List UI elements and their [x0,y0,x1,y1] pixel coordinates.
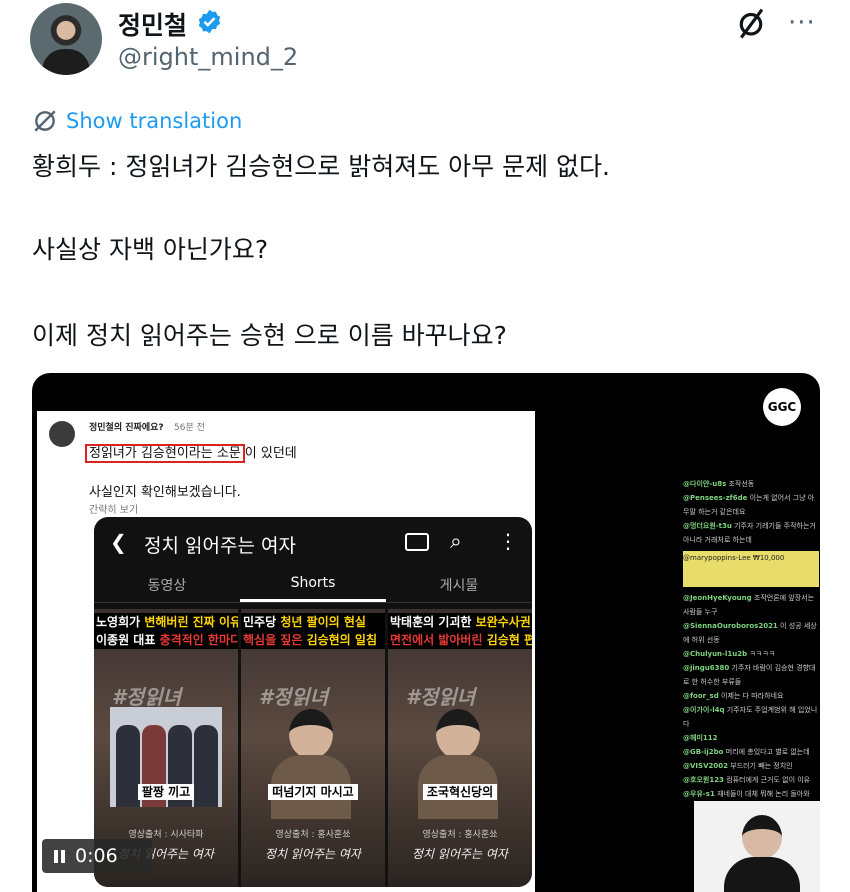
video-time: 0:06 [75,845,118,867]
author-name[interactable]: 정민철 [118,6,187,42]
tweet-text-line-2: 사실상 자백 아닌가요? [32,235,269,264]
tweet-video[interactable]: 정민철의 진짜에요? 56분 전 정읽녀가 김승현이라는 소문 이 있던데 사실인… [32,373,820,892]
chat-message: @Pensees-zf6de 이는게 없어서 그냥 아무말 하는거 같은데요 [683,494,815,516]
short-title: 박태훈의 기괴한 보완수사권 선동면전에서 밟아버린 김승현 편집장 [388,613,532,649]
chat-message: @헤미112 [683,734,718,742]
post-text-line-2: 사실인지 확인해보겠습니다. [89,485,241,500]
short-person [271,709,351,819]
chat-message: @다이얀-u8s 조작선동 [683,480,755,488]
screenshot-post: 정민철의 진짜에요? 56분 전 정읽녀가 김승현이라는 소문 이 있던데 사실인… [37,411,535,892]
chat-message: @이가이-l4q 기주자도 주업계범위 해 입었니다 [683,706,818,728]
translate-icon [34,110,56,132]
chat-message: @멍더요원-t3u 기주자 기레기들 주작하는거 아니라 거래처로 하는데 [683,522,816,544]
chat-message: @호오원123 컴퓨터에게 근거도 없이 이유 [683,776,811,784]
channel-tabs: 동영상 Shorts 게시물 [94,569,532,603]
video-playback-control[interactable]: 0:06 [42,839,152,873]
chat-message: @jingu6380 기주자 바람이 김승현 경향대로 한 허수한 부류들 [683,664,816,686]
post-avatar [49,421,75,447]
cast-icon [405,533,429,551]
streamer-body [724,857,800,892]
verified-badge-icon [198,9,221,34]
more-options-icon[interactable]: ··· [788,8,816,38]
post-highlight-box: 정읽녀가 김승현이라는 소문 [85,444,245,463]
post-text-rest: 이 있던데 [244,446,297,461]
post-author: 정민철의 진짜에요? [89,423,164,433]
chat-message: @SiennaOuroboros2021 이 성공 세상에 허위 선동 [683,622,817,644]
author-avatar[interactable] [30,3,102,75]
short-caption: 떠넘기지 마시고 [241,781,385,800]
short-caption: 조국혁신당의 [388,781,532,800]
chat-message: @VISV2002 부드러기 빼는 정치인 [683,762,793,770]
post-time: 56분 전 [174,423,205,433]
tweet-text-line-1: 황희두 : 정읽녀가 김승현으로 밝혀져도 아무 문제 없다. [32,152,610,181]
search-icon: ⌕ [450,529,462,553]
tab-shorts: Shorts [240,569,386,602]
live-chat: @다이얀-u8s 조작선동 @Pensees-zf6de 이는게 없어서 그냥 … [683,477,819,798]
chat-message: @Chulyun-l1u2b ㅋㅋㅋㅋ [683,650,776,658]
pause-icon[interactable] [54,849,65,863]
tab-posts: 게시물 [439,578,479,594]
short-hashtag: #정읽녀 [259,685,329,709]
post-text-line-1: 정읽녀가 김승현이라는 소문 이 있던데 [85,442,297,463]
short-source: 영상출처 : 홍사훈쑈 [275,830,351,840]
post-collapse-link: 간략히 보기 [89,505,139,516]
short-hashtag: #정읽녀 [112,685,182,709]
kebab-menu-icon: ⋮ [498,529,518,553]
author-handle[interactable]: @right_mind_2 [118,43,298,71]
short-caption: 팔짱 끼고 [94,781,238,800]
short-thumbnail-2: 민주당 청년 팔이의 현실 핵심을 짚은 김승현의 일침 #정읽녀 떠넘기지 마시… [241,609,385,887]
youtube-channel-screenshot: ❮ 정치 읽어주는 여자 ⌕ ⋮ 동영상 Shorts 게시물 노영희가 변해버… [94,517,532,887]
short-hashtag: #정읽녀 [406,685,476,709]
chat-message: @우유-s1 재네들이 대체 뭐해 논리 돌아와 [683,790,810,798]
short-footer: 정치 읽어주는 여자 [265,847,361,861]
short-title: 민주당 청년 팔이의 현실 핵심을 짚은 김승현의 일침 [241,613,385,649]
chat-message: @GB-ij2bo 머리에 총있다고 별로 없는데 [683,748,810,756]
show-translation-link[interactable]: Show translation [32,108,242,134]
short-thumbnail-3: 박태훈의 기괴한 보완수사권 선동면전에서 밟아버린 김승현 편집장 #정읽녀 … [388,609,532,887]
show-translation-label: Show translation [66,109,243,133]
back-arrow-icon: ❮ [110,530,127,554]
streamer-webcam [694,801,820,892]
short-footer: 정치 읽어주는 여자 [412,847,508,861]
chat-superchat: @marypoppins-Lee ₩10,000 [683,551,819,587]
streamer-head [742,815,782,859]
tab-videos: 동영상 [147,578,187,594]
tweet-text-line-3: 이제 정치 읽어주는 승현 으로 이름 바꾸나요? [32,321,507,350]
channel-title: 정치 읽어주는 여자 [144,535,296,557]
short-title: 노영희가 변해버린 진짜 이유 이종원 대표 충격적인 한마디 [94,613,238,649]
grok-icon[interactable] [736,6,766,40]
shorts-grid: 노영희가 변해버린 진짜 이유 이종원 대표 충격적인 한마디 #정읽녀 팔짱 끼… [94,609,532,887]
stream-logo: GGC [763,388,801,426]
short-source: 영상출처 : 홍사훈쑈 [422,830,498,840]
avatar-shirt [42,49,90,75]
short-person [418,709,498,819]
chat-message: @JeonHyeKyoung 조작언론에 앞장서는 사람들 누구 [683,594,815,616]
chat-message: @foor_sd 이제는 다 따라하네요 [683,692,784,700]
